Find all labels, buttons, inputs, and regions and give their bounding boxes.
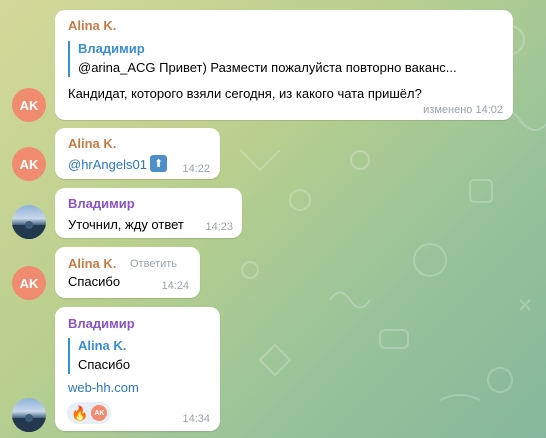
message-text: Уточнил, жду ответ [68,217,184,232]
sender-name[interactable]: Владимир [68,316,135,331]
message-bubble[interactable]: Владимир Alina K. Спасибо web-hh.com 🔥 A… [55,307,220,431]
upvote-icon: ⬆ [150,155,167,172]
sender-name[interactable]: Alina K. [68,136,116,151]
avatar[interactable]: AK [12,266,46,300]
reply-text: @arina_ACG Привет) Размести пожалуйста п… [78,60,457,75]
message-bubble[interactable]: Alina K. Владимир @arina_ACG Привет) Раз… [55,10,513,120]
sender-name[interactable]: Владимир [68,196,135,211]
avatar-photo [12,414,46,432]
message-time: 14:24 [161,280,189,292]
message-link[interactable]: web-hh.com [68,380,139,395]
message-time: 14:34 [182,413,210,425]
sender-name[interactable]: Alina K. [68,256,116,271]
reply-quote[interactable]: Alina K. Спасибо [68,338,130,374]
sender-name[interactable]: Alina K. [68,18,116,33]
message-text: Спасибо [68,274,121,289]
reply-text: Спасибо [78,357,131,372]
avatar[interactable] [12,398,46,432]
reply-button[interactable]: Ответить [130,258,177,270]
reaction-chip[interactable]: 🔥 AK [67,402,112,424]
message-time: изменено 14:02 [423,104,503,116]
mention-link[interactable]: @hrAngels01 [68,157,147,172]
message-time: 14:23 [205,221,233,233]
message-text: Кандидат, которого взяли сегодня, из как… [68,86,422,101]
message-bubble[interactable]: Владимир Уточнил, жду ответ 14:23 [55,188,242,238]
avatar[interactable] [12,205,46,239]
fire-reaction-icon: 🔥 [71,404,89,421]
message-time: 14:22 [182,163,210,175]
avatar[interactable]: AK [12,147,46,181]
avatar-photo [12,221,46,239]
reply-quote[interactable]: Владимир @arina_ACG Привет) Размести пож… [68,41,457,77]
reply-sender-name: Alina K. [78,338,127,353]
reply-sender-name: Владимир [78,41,145,56]
message-bubble[interactable]: Alina K. Ответить Спасибо 14:24 [55,247,200,298]
message-bubble[interactable]: Alina K. @hrAngels01 ⬆ 14:22 [55,128,220,179]
reaction-avatar: AK [91,405,108,421]
avatar[interactable]: AK [12,88,46,122]
